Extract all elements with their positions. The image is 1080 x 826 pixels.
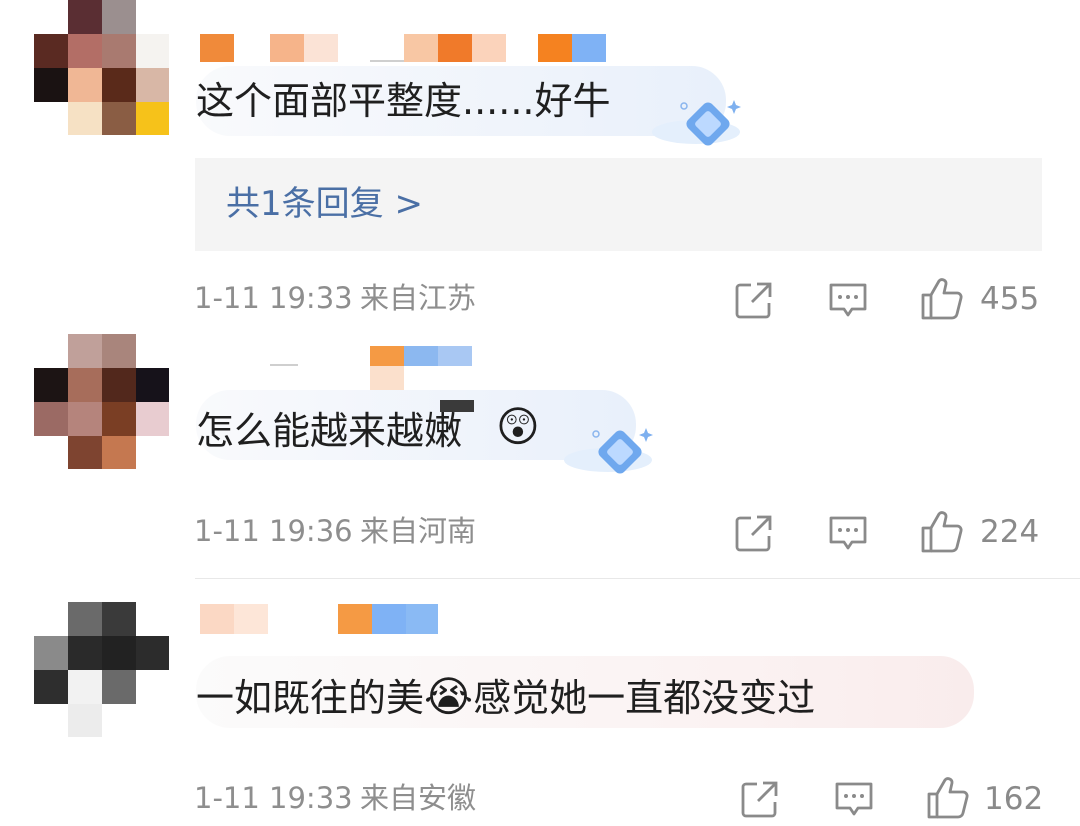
like-icon[interactable] [926, 776, 970, 824]
comment-text: 怎么能越来越嫩 [196, 409, 463, 453]
comment-text-part: 感觉她一直都没变过 [473, 676, 816, 720]
comment-text: 一如既往的美😭感觉她一直都没变过 [196, 676, 815, 718]
comment-text-part: 一如既往的美 [196, 676, 425, 720]
avatar[interactable] [34, 0, 169, 135]
comment-location: 来自河南 [360, 514, 477, 548]
comment-icon[interactable] [828, 514, 868, 556]
comment-timestamp: 1-11 19:36 [194, 514, 353, 548]
diamond-badge-icon [548, 424, 660, 480]
comment-icon[interactable] [828, 281, 868, 323]
username[interactable] [200, 604, 440, 636]
comment-timestamp: 1-11 19:33 [194, 281, 353, 315]
crying-emoji: 😭 [424, 672, 474, 721]
comment-text: 这个面部平整度......好牛 [196, 79, 611, 123]
comment-timestamp: 1-11 19:33 [194, 781, 353, 815]
share-icon[interactable] [740, 779, 780, 823]
comment-location: 来自安徽 [360, 781, 477, 815]
diamond-badge-icon [636, 96, 748, 152]
like-count: 224 [980, 514, 1040, 550]
username[interactable] [200, 34, 610, 64]
comment-location: 来自江苏 [360, 281, 477, 315]
like-count: 455 [980, 281, 1040, 317]
like-icon[interactable] [920, 510, 964, 558]
avatar[interactable] [34, 602, 169, 737]
share-icon[interactable] [734, 280, 774, 324]
share-icon[interactable] [734, 513, 774, 557]
avatar[interactable] [34, 334, 169, 469]
view-replies-link[interactable]: 共1条回复 > [226, 187, 423, 221]
comment-icon[interactable] [834, 780, 874, 822]
like-count: 162 [984, 781, 1044, 817]
comment-divider [195, 578, 1080, 579]
astonished-emoji: 😲 [496, 402, 540, 451]
like-icon[interactable] [920, 277, 964, 325]
